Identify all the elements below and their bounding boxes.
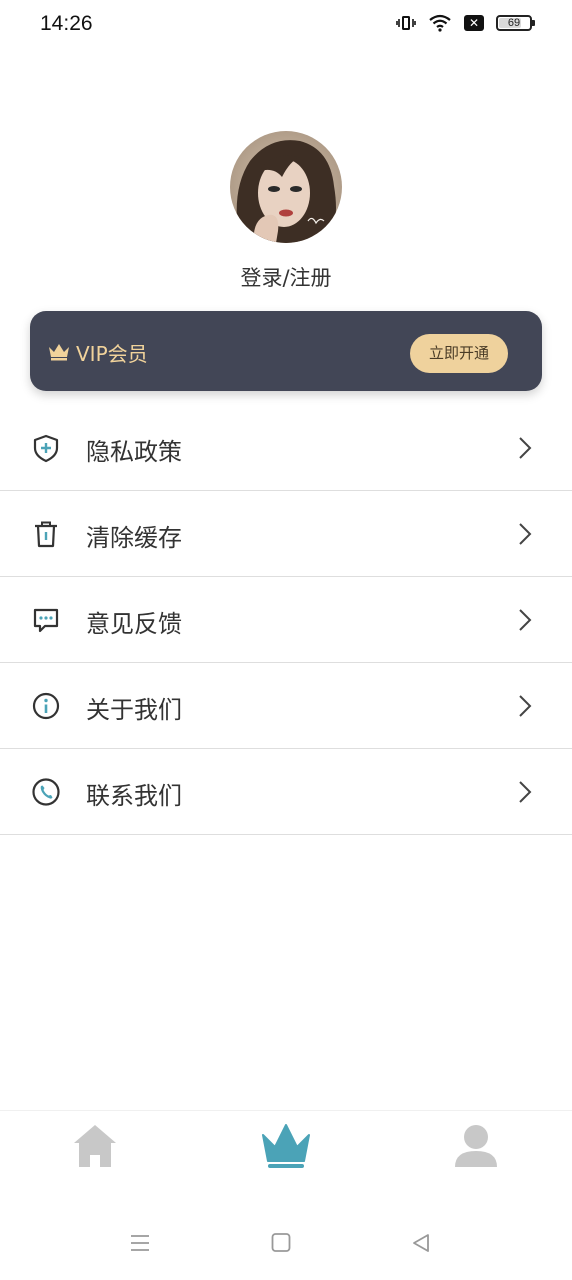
tab-vip[interactable] [261, 1121, 311, 1171]
trash-icon [35, 521, 57, 548]
chevron-right-icon [519, 437, 532, 459]
system-nav-bar [0, 1210, 572, 1280]
menu-item-contact-us[interactable]: 联系我们 [0, 749, 572, 835]
chevron-right-icon [519, 609, 532, 631]
vip-card[interactable]: VIP会员 立即开通 [30, 311, 542, 391]
vibrate-icon [396, 16, 416, 30]
vip-title: VIP会员 [76, 342, 148, 366]
wifi-icon [429, 14, 451, 32]
menu-item-clear-cache[interactable]: 清除缓存 [0, 491, 572, 577]
chevron-right-icon [519, 695, 532, 717]
no-sim-icon: ✕ [464, 15, 484, 31]
crown-icon [262, 1124, 310, 1168]
user-icon [455, 1125, 497, 1167]
status-time: 14:26 [40, 12, 93, 35]
menu-item-feedback[interactable]: 意见反馈 [0, 577, 572, 663]
chevron-right-icon [519, 523, 532, 545]
back-icon[interactable] [411, 1232, 431, 1254]
avatar[interactable] [230, 131, 342, 243]
vip-activate-button[interactable]: 立即开通 [410, 334, 508, 373]
settings-menu: 隐私政策 清除缓存 意见反馈 关于我们 联系我们 [0, 405, 572, 835]
status-bar: 14:26 ✕ 69 [0, 0, 572, 50]
crown-icon [49, 344, 69, 361]
menu-icon[interactable] [129, 1232, 151, 1254]
menu-item-label: 隐私政策 [86, 438, 182, 466]
message-icon [33, 608, 59, 633]
menu-item-about-us[interactable]: 关于我们 [0, 663, 572, 749]
menu-item-label: 关于我们 [86, 696, 182, 724]
battery-level: 69 [507, 17, 521, 29]
login-register-link[interactable]: 登录/注册 [0, 262, 572, 292]
chevron-right-icon [519, 781, 532, 803]
tab-profile[interactable] [451, 1121, 501, 1171]
phone-icon [32, 778, 60, 806]
shield-icon [33, 434, 59, 463]
menu-item-label: 清除缓存 [86, 524, 182, 552]
info-icon [32, 692, 60, 720]
home-square-icon[interactable] [271, 1232, 291, 1254]
avatar-image [230, 131, 342, 243]
menu-item-label: 联系我们 [86, 782, 182, 810]
bottom-tab-bar [0, 1110, 572, 1200]
menu-item-privacy-policy[interactable]: 隐私政策 [0, 405, 572, 491]
battery-icon: 69 [496, 15, 535, 31]
tab-home[interactable] [70, 1121, 120, 1171]
menu-item-label: 意见反馈 [86, 610, 182, 638]
home-icon [74, 1125, 116, 1167]
status-icons: ✕ 69 [396, 14, 535, 32]
